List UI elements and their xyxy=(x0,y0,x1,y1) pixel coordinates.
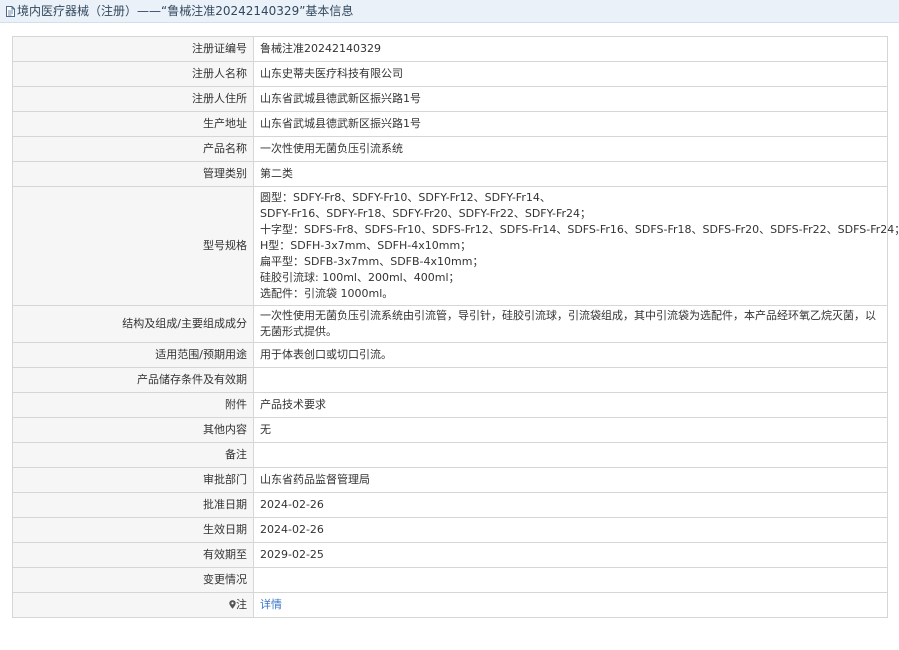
table-row: 注册人住所 山东省武城县德武新区振兴路1号 xyxy=(12,86,888,112)
table-row: 型号规格 圆型：SDFY-Fr8、SDFY-Fr10、SDFY-Fr12、SDF… xyxy=(12,186,899,306)
row-label: 附件 xyxy=(12,392,254,418)
row-label: 生产地址 xyxy=(12,111,254,137)
row-value-cell: 详情 xyxy=(253,592,888,618)
row-label: 结构及组成/主要组成成分 xyxy=(12,305,254,343)
row-value: 山东史蒂夫医疗科技有限公司 xyxy=(253,61,888,87)
row-label: 产品名称 xyxy=(12,136,254,162)
row-value xyxy=(253,367,888,393)
info-table: 注册证编号 鲁械注准20242140329 注册人名称 山东史蒂夫医疗科技有限公… xyxy=(12,36,899,618)
row-label: 变更情况 xyxy=(12,567,254,593)
map-pin-icon xyxy=(229,600,236,609)
detail-link[interactable]: 详情 xyxy=(260,598,282,611)
row-label: 生效日期 xyxy=(12,517,254,543)
row-label: 其他内容 xyxy=(12,417,254,443)
row-value: 2024-02-26 xyxy=(253,517,888,543)
spec-list: 圆型：SDFY-Fr8、SDFY-Fr10、SDFY-Fr12、SDFY-Fr1… xyxy=(253,186,899,306)
spec-line: 硅胶引流球: 100ml、200ml、400ml； xyxy=(260,271,460,284)
row-label: 适用范围/预期用途 xyxy=(12,342,254,368)
row-label: 注册人名称 xyxy=(12,61,254,87)
spec-line: 圆型：SDFY-Fr8、SDFY-Fr10、SDFY-Fr12、SDFY-Fr1… xyxy=(260,191,551,204)
spec-line: H型：SDFH-3x7mm、SDFH-4x10mm； xyxy=(260,239,472,252)
page-header: 境内医疗器械（注册）——“鲁械注准20242140329”基本信息 xyxy=(0,0,899,23)
table-row: 其他内容 无 xyxy=(12,417,888,443)
document-icon xyxy=(6,6,15,17)
table-row: 管理类别 第二类 xyxy=(12,161,888,187)
row-label: 有效期至 xyxy=(12,542,254,568)
row-value: 山东省药品监督管理局 xyxy=(253,467,888,493)
row-value xyxy=(253,442,888,468)
table-row: 适用范围/预期用途 用于体表创口或切口引流。 xyxy=(12,342,888,368)
row-value: 一次性使用无菌负压引流系统 xyxy=(253,136,888,162)
row-value: 一次性使用无菌负压引流系统由引流管，导引针，硅胶引流球，引流袋组成，其中引流袋为… xyxy=(253,305,888,343)
row-value: 第二类 xyxy=(253,161,888,187)
spec-line: SDFY-Fr16、SDFY-Fr18、SDFY-Fr20、SDFY-Fr22、… xyxy=(260,207,592,220)
row-value: 产品技术要求 xyxy=(253,392,888,418)
table-row: 注册证编号 鲁械注准20242140329 xyxy=(12,36,888,62)
page-title: 境内医疗器械（注册）——“鲁械注准20242140329”基本信息 xyxy=(17,4,354,18)
table-row: 注册人名称 山东史蒂夫医疗科技有限公司 xyxy=(12,61,888,87)
row-label: 注册证编号 xyxy=(12,36,254,62)
row-value: 山东省武城县德武新区振兴路1号 xyxy=(253,86,888,112)
row-label: 管理类别 xyxy=(12,161,254,187)
table-row: 备注 xyxy=(12,442,888,468)
row-label: 产品储存条件及有效期 xyxy=(12,367,254,393)
row-value: 鲁械注准20242140329 xyxy=(253,36,888,62)
row-label: 批准日期 xyxy=(12,492,254,518)
row-label: 型号规格 xyxy=(12,186,254,306)
row-value: 无 xyxy=(253,417,888,443)
table-row: 结构及组成/主要组成成分 一次性使用无菌负压引流系统由引流管，导引针，硅胶引流球… xyxy=(12,305,888,343)
table-row: 生效日期 2024-02-26 xyxy=(12,517,888,543)
note-label-cell: 注 xyxy=(12,592,254,618)
row-label: 备注 xyxy=(12,442,254,468)
table-row: 有效期至 2029-02-25 xyxy=(12,542,888,568)
table-row: 审批部门 山东省药品监督管理局 xyxy=(12,467,888,493)
table-row: 产品储存条件及有效期 xyxy=(12,367,888,393)
table-row: 附件 产品技术要求 xyxy=(12,392,888,418)
table-row: 注 详情 xyxy=(12,592,888,618)
table-row: 生产地址 山东省武城县德武新区振兴路1号 xyxy=(12,111,888,137)
row-value xyxy=(253,567,888,593)
spec-line: 扁平型：SDFB-3x7mm、SDFB-4x10mm； xyxy=(260,255,484,268)
table-row: 批准日期 2024-02-26 xyxy=(12,492,888,518)
row-value: 2029-02-25 xyxy=(253,542,888,568)
row-value: 山东省武城县德武新区振兴路1号 xyxy=(253,111,888,137)
row-label: 注册人住所 xyxy=(12,86,254,112)
table-row: 产品名称 一次性使用无菌负压引流系统 xyxy=(12,136,888,162)
spec-line: 十字型：SDFS-Fr8、SDFS-Fr10、SDFS-Fr12、SDFS-Fr… xyxy=(260,223,899,236)
row-label: 审批部门 xyxy=(12,467,254,493)
row-value: 2024-02-26 xyxy=(253,492,888,518)
row-label: 注 xyxy=(236,598,247,611)
table-row: 变更情况 xyxy=(12,567,888,593)
row-value: 用于体表创口或切口引流。 xyxy=(253,342,888,368)
spec-line: 选配件：引流袋 1000ml。 xyxy=(260,287,394,300)
